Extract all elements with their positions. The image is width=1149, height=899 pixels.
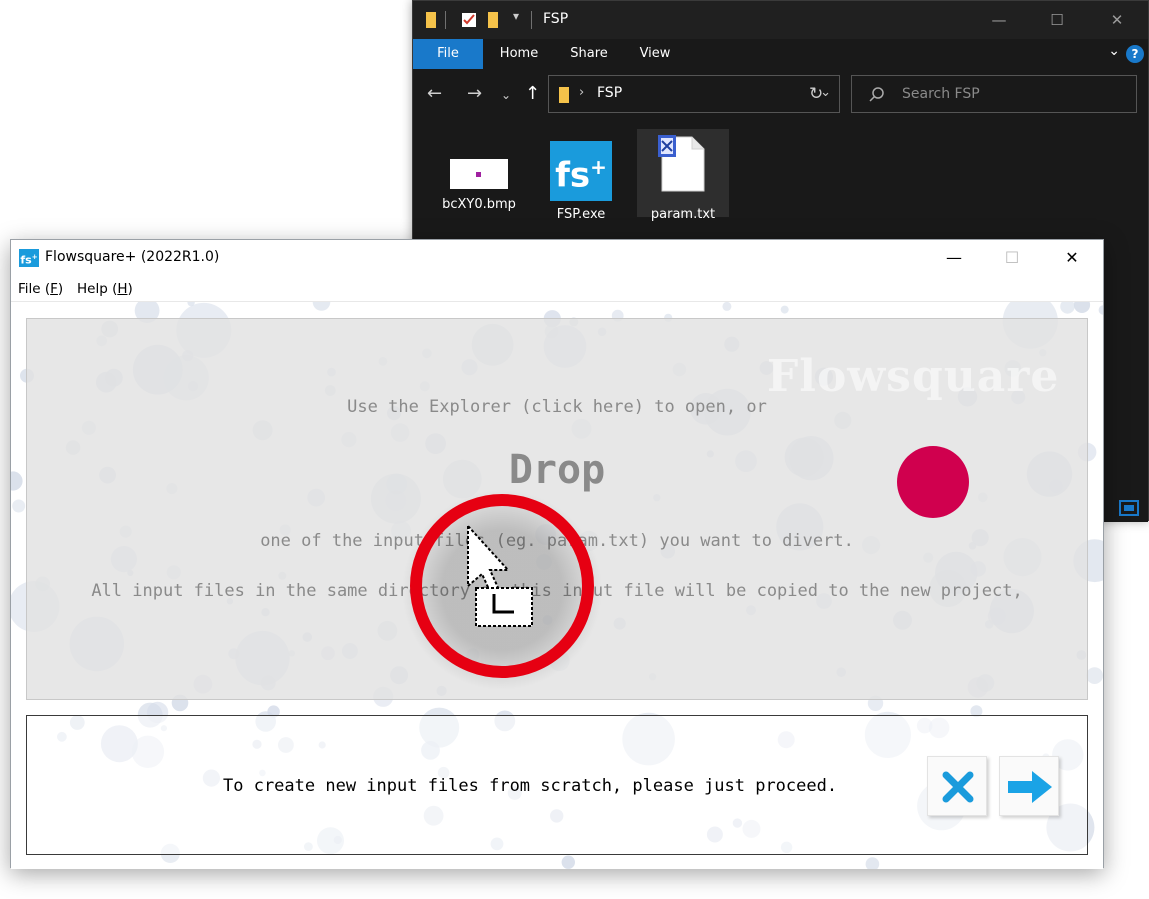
forward-arrow-icon[interactable]: →	[467, 83, 482, 104]
menu-help[interactable]: Help (H)	[77, 281, 133, 297]
folder-icon	[559, 87, 569, 103]
bitmap-file-icon	[450, 159, 508, 189]
menu-file[interactable]: File (F)	[18, 281, 63, 297]
help-icon[interactable]: ?	[1126, 45, 1144, 63]
close-button[interactable]: ✕	[1097, 7, 1137, 33]
drop-instruction-open[interactable]: Use the Explorer (click here) to open, o…	[27, 397, 1087, 417]
explorer-ribbon: File Home Share View ⌄ ?	[413, 39, 1148, 69]
large-icons-view-icon[interactable]	[1116, 499, 1142, 517]
flowsquare-window: fs+ Flowsquare+ (2022R1.0) — ☐ ✕ File (F…	[10, 239, 1104, 869]
cancel-button[interactable]	[927, 756, 987, 816]
maximize-button[interactable]: ☐	[1037, 7, 1077, 33]
menu-bar: File (F) Help (H)	[11, 276, 1103, 302]
arrow-right-icon	[1008, 771, 1052, 803]
chevron-down-icon[interactable]: ⌄	[1108, 43, 1120, 59]
properties-check-icon[interactable]	[461, 11, 477, 29]
proceed-button[interactable]	[999, 756, 1059, 816]
bubble	[1098, 305, 1103, 315]
explorer-title: FSP	[543, 11, 569, 27]
bubble	[11, 471, 23, 491]
search-placeholder: Search FSP	[902, 86, 980, 102]
up-arrow-icon[interactable]: ↑	[525, 83, 540, 104]
file-item-bcxy0[interactable]: bcXY0.bmp	[433, 129, 525, 217]
search-box[interactable]: Search FSP	[851, 75, 1137, 113]
close-button[interactable]: ✕	[1049, 244, 1095, 272]
maximize-button: ☐	[1004, 248, 1020, 267]
app-client-area: Flowsquare Use the Explorer (click here)…	[11, 302, 1103, 869]
new-folder-icon[interactable]	[487, 11, 499, 29]
close-x-icon	[942, 771, 974, 803]
ribbon-tab-view[interactable]: View	[635, 39, 675, 69]
file-item-fsp-exe[interactable]: fs+ FSP.exe	[535, 129, 627, 222]
ribbon-tab-home[interactable]: Home	[495, 39, 543, 69]
bubble	[780, 305, 789, 314]
app-title: Flowsquare+ (2022R1.0)	[45, 249, 220, 265]
drop-instruction-divert: one of the input files (eg. param.txt) y…	[260, 531, 854, 551]
flowsquare-app-icon: fs+	[550, 141, 612, 201]
flowsquare-watermark: Flowsquare	[767, 351, 1060, 402]
refresh-icon[interactable]: ↻	[809, 84, 823, 104]
back-arrow-icon[interactable]: ←	[427, 83, 442, 104]
breadcrumb-separator-icon: ›	[579, 85, 585, 100]
search-icon	[869, 87, 884, 102]
proceed-message: To create new input files from scratch, …	[223, 776, 838, 796]
bubble	[1086, 667, 1103, 684]
minimize-button[interactable]: —	[979, 7, 1019, 33]
drop-instruction-copy: All input files in the same directory as…	[91, 581, 1023, 601]
bubble	[312, 302, 331, 311]
bubble	[865, 857, 880, 869]
file-item-param-txt[interactable]: param.txt	[637, 129, 729, 222]
flowsquare-logo-icon: fs+	[19, 249, 39, 267]
file-name: param.txt	[650, 207, 716, 222]
file-name: bcXY0.bmp	[442, 197, 516, 212]
address-path: FSP	[597, 85, 623, 101]
app-title-bar: fs+ Flowsquare+ (2022R1.0) — ☐ ✕	[11, 240, 1103, 276]
bubble	[722, 302, 732, 311]
minimize-button[interactable]: —	[931, 244, 977, 272]
bubble	[561, 855, 575, 869]
proceed-panel: To create new input files from scratch, …	[26, 715, 1088, 855]
address-bar[interactable]: › FSP ⌄	[548, 75, 840, 113]
bubble	[1073, 302, 1091, 313]
recent-dropdown-icon[interactable]: ⌄	[501, 88, 511, 102]
text-file-icon	[658, 135, 705, 192]
bubble	[12, 499, 26, 513]
file-name: FSP.exe	[556, 207, 606, 222]
drop-heading: Drop	[508, 447, 606, 493]
quick-access-dropdown-icon[interactable]: ▾	[513, 9, 519, 23]
ribbon-tab-share[interactable]: Share	[565, 39, 613, 69]
ribbon-tab-file[interactable]: File	[413, 39, 483, 69]
bubble	[1060, 302, 1075, 314]
folder-icon	[426, 12, 436, 28]
explorer-nav-bar: ← → ⌄ ↑ › FSP ⌄ ↻ Search FSP	[413, 69, 1148, 119]
explorer-title-bar: ▾ FSP — ☐ ✕	[413, 1, 1148, 39]
drop-zone[interactable]: Flowsquare Use the Explorer (click here)…	[26, 318, 1088, 700]
